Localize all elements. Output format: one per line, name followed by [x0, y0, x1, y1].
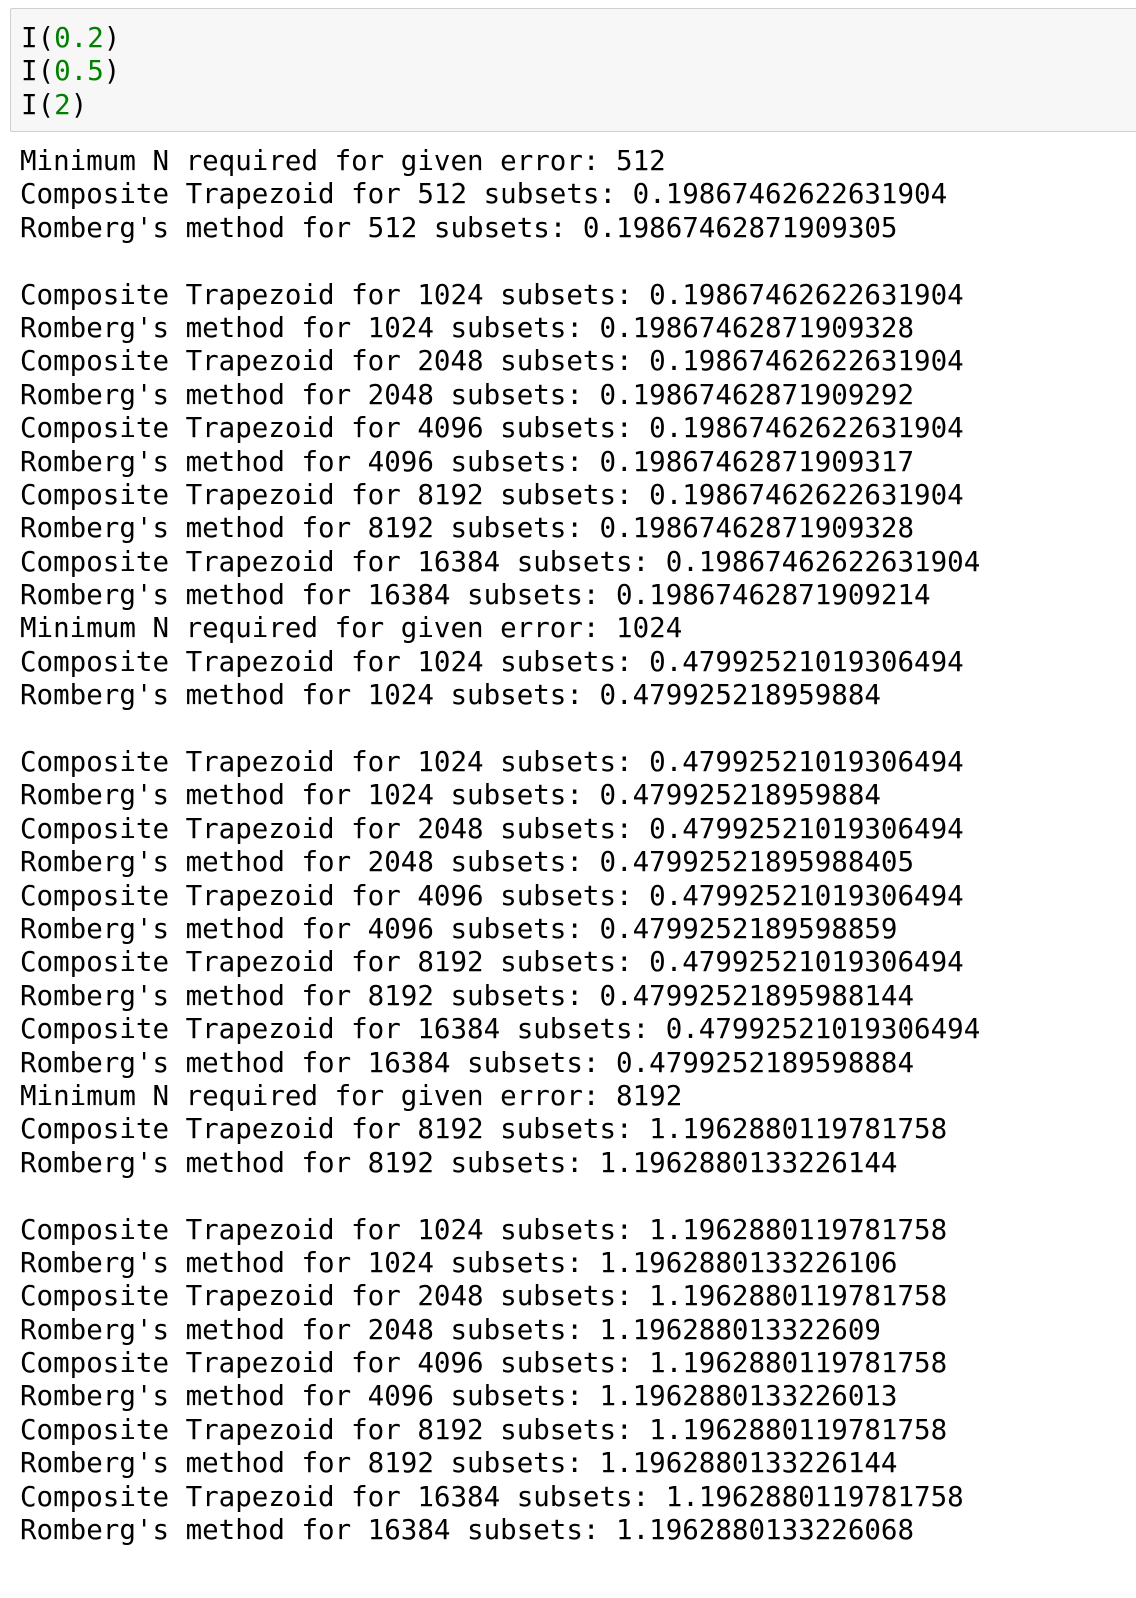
output-line: Minimum N required for given error: 512 — [20, 145, 666, 177]
open-paren: ( — [37, 55, 55, 88]
code-line: I(0.2) — [21, 22, 120, 55]
output-line: Romberg's method for 2048 subsets: 0.198… — [20, 378, 915, 411]
output-blank-line — [20, 245, 980, 278]
output-line: Composite Trapezoid for 1024 subsets: 0.… — [20, 278, 964, 311]
output-line: Romberg's method for 16384 subsets: 0.19… — [20, 579, 931, 612]
function-name: I — [21, 55, 38, 88]
output-line: Romberg's method for 8192 subsets: 1.196… — [20, 1146, 898, 1179]
output-line: Composite Trapezoid for 4096 subsets: 0.… — [20, 412, 964, 445]
output-line: Romberg's method for 1024 subsets: 0.479… — [20, 779, 881, 812]
code-line: I(2) — [21, 89, 120, 122]
output-line: Composite Trapezoid for 4096 subsets: 1.… — [20, 1347, 948, 1380]
output-line: Romberg's method for 4096 subsets: 1.196… — [20, 1380, 898, 1413]
output-line: Romberg's method for 4096 subsets: 0.479… — [20, 912, 898, 945]
output-line: Romberg's method for 1024 subsets: 1.196… — [20, 1246, 898, 1279]
output-line: Composite Trapezoid for 1024 subsets: 0.… — [20, 645, 964, 678]
cell-output: Minimum N required for given error: 512 C… — [20, 145, 980, 1547]
output-line: Composite Trapezoid for 2048 subsets: 0.… — [20, 345, 964, 378]
function-name: I — [21, 88, 38, 121]
output-line: Composite Trapezoid for 16384 subsets: 0… — [20, 545, 981, 578]
number-literal: 2 — [54, 88, 71, 121]
output-line: Romberg's method for 8192 subsets: 1.196… — [20, 1447, 898, 1480]
output-line: Composite Trapezoid for 2048 subsets: 1.… — [20, 1280, 948, 1313]
output-line: Romberg's method for 8192 subsets: 0.198… — [20, 512, 915, 545]
output-line: Composite Trapezoid for 8192 subsets: 1.… — [20, 1413, 948, 1446]
output-line: Composite Trapezoid for 1024 subsets: 1.… — [20, 1213, 948, 1246]
code-line: I(0.5) — [21, 55, 120, 88]
number-literal: 0.2 — [54, 22, 104, 54]
close-paren: ) — [103, 22, 121, 54]
output-line: Composite Trapezoid for 8192 subsets: 0.… — [20, 946, 964, 979]
output-line: Romberg's method for 16384 subsets: 1.19… — [20, 1514, 915, 1547]
output-line: Romberg's method for 8192 subsets: 0.479… — [20, 979, 915, 1012]
function-name: I — [21, 22, 38, 54]
output-line: Minimum N required for given error: 1024 — [20, 612, 683, 645]
output-blank-line — [20, 713, 980, 746]
open-paren: ( — [37, 22, 55, 54]
number-literal: 0.5 — [54, 55, 104, 88]
output-line: Romberg's method for 16384 subsets: 0.47… — [20, 1046, 915, 1079]
output-line: Romberg's method for 512 subsets: 0.1986… — [20, 211, 898, 244]
output-line: Composite Trapezoid for 2048 subsets: 0.… — [20, 812, 964, 845]
output-line: Romberg's method for 1024 subsets: 0.479… — [20, 679, 881, 712]
close-paren: ) — [70, 88, 88, 121]
output-line: Composite Trapezoid for 8192 subsets: 1.… — [20, 1113, 948, 1146]
code-editor[interactable]: I(0.2) I(0.5) I(2) — [21, 22, 120, 122]
output-line: Composite Trapezoid for 16384 subsets: 0… — [20, 1013, 981, 1046]
output-line: Composite Trapezoid for 16384 subsets: 1… — [20, 1480, 964, 1513]
output-line: Romberg's method for 1024 subsets: 0.198… — [20, 311, 915, 344]
output-blank-line — [20, 1180, 980, 1213]
output-line: Romberg's method for 2048 subsets: 0.479… — [20, 846, 915, 879]
output-line: Romberg's method for 2048 subsets: 1.196… — [20, 1313, 881, 1346]
code-input-cell[interactable]: I(0.2) I(0.5) I(2) — [10, 8, 1136, 132]
open-paren: ( — [37, 88, 55, 121]
output-line: Composite Trapezoid for 4096 subsets: 0.… — [20, 879, 964, 912]
output-line: Minimum N required for given error: 8192 — [20, 1079, 683, 1112]
output-line: Composite Trapezoid for 512 subsets: 0.1… — [20, 178, 948, 211]
output-line: Composite Trapezoid for 8192 subsets: 0.… — [20, 478, 964, 511]
output-line: Romberg's method for 4096 subsets: 0.198… — [20, 445, 915, 478]
output-line: Composite Trapezoid for 1024 subsets: 0.… — [20, 746, 964, 779]
close-paren: ) — [103, 55, 121, 88]
